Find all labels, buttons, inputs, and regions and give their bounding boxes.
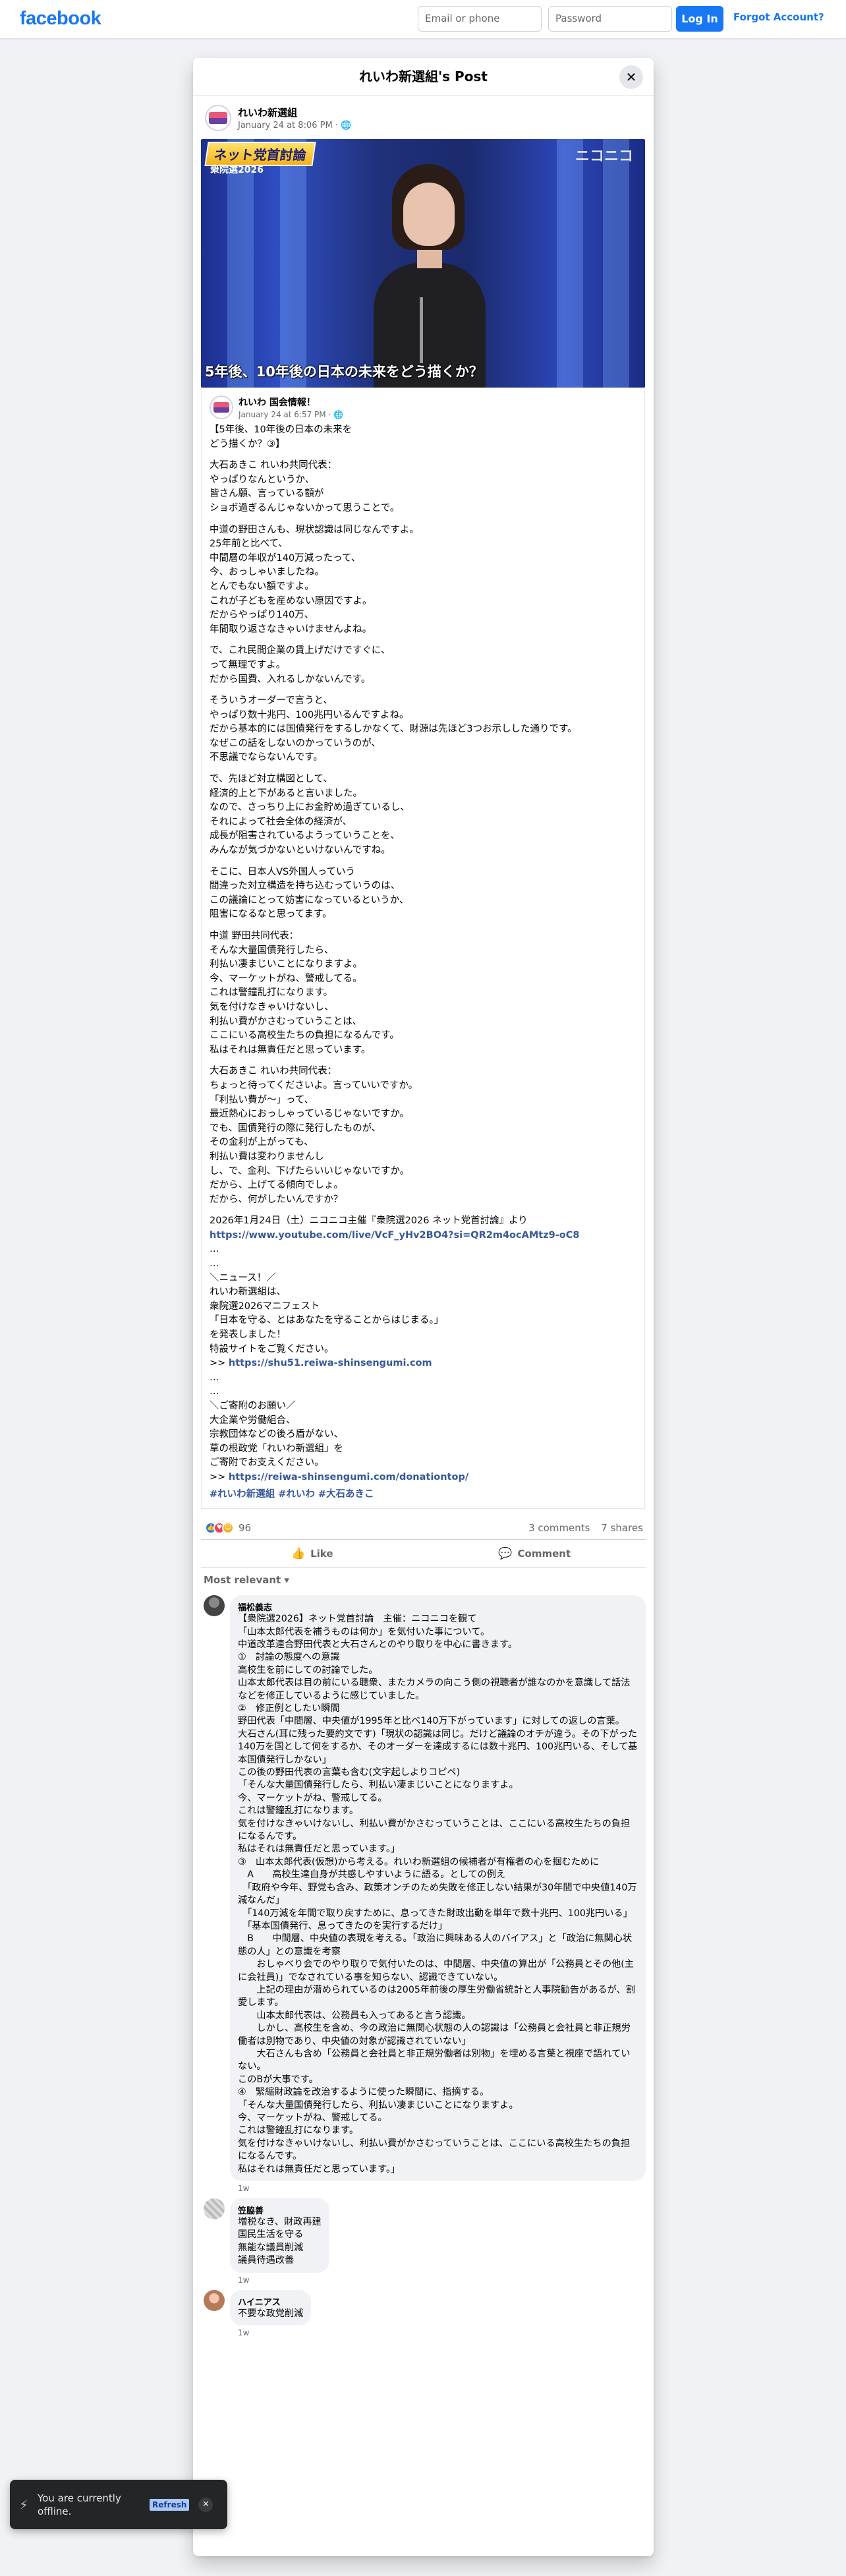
avatar[interactable] (204, 2289, 225, 2311)
password-input[interactable]: Password (548, 6, 672, 32)
engagement-stats: 3 comments 7 shares (521, 1522, 643, 1534)
post-author-row: れいわ新選組 January 24 at 8:06 PM · 🌐 (201, 96, 646, 136)
video-caption: 5年後、10年後の日本の未来をどう描くか？ (205, 364, 483, 380)
post-timestamp[interactable]: January 24 at 8:06 PM · 🌐 (238, 121, 351, 131)
video-player[interactable]: ネット党首討論 衆院選2026 ニコニコ 5年後、10年後の日本の未来をどう描く… (201, 139, 645, 388)
post: れいわ新選組 January 24 at 8:06 PM · 🌐 ネット党首討論… (193, 96, 654, 2337)
facebook-logo[interactable]: facebook (20, 8, 101, 30)
news-block: ＼ニュース！／ れいわ新選組は、 衆院選2026マニフェスト 「日本を守る、とは… (210, 1272, 444, 1355)
timestamp-text[interactable]: January 24 at 6:57 PM · (239, 410, 333, 419)
donation-link-row: >> https://reiwa-shinsengumi.com/donatio… (210, 1471, 638, 1485)
login-button[interactable]: Log In (676, 6, 723, 32)
news-link-row: >> https://shu51.reiwa-shinsengumi.com (210, 1357, 638, 1371)
comment-item: 福松義志 【衆院選2026】ネット党首討論 主催：ニコニコを観て 「山本太郎代表… (201, 1595, 646, 2182)
comment-time[interactable]: 1w (238, 2184, 646, 2193)
post-paragraph: で、これ民間企業の賃上げだけですぐに、 って無理ですよ。 だから国費、入れるしか… (210, 645, 391, 685)
modal-header: れいわ新選組's Post ✕ (193, 58, 654, 96)
comment-sort-dropdown[interactable]: Most relevant ▾ (201, 1567, 646, 1590)
shared-author-row: れいわ 国会情報！ January 24 at 6:57 PM · 🌐 (210, 388, 638, 423)
post-paragraph: そういうオーダーで言うと、 やっぱり数十兆円、100兆円いるんですよね。 だから… (210, 695, 577, 763)
comment-text: 不要な政党削減 (238, 2308, 304, 2319)
thumbs-up-icon: 👍 (291, 1546, 306, 1560)
post-modal: れいわ新選組's Post ✕ れいわ新選組 January 24 at 8:0… (193, 58, 654, 2556)
donation-link[interactable]: https://reiwa-shinsengumi.com/donationto… (229, 1472, 468, 1482)
avatar[interactable] (205, 105, 231, 131)
top-navigation-bar: facebook Email or phone Password Log In … (0, 0, 846, 38)
offline-message: You are currently offline. (38, 2492, 121, 2517)
comment-list: 福松義志 【衆院選2026】ネット党首討論 主催：ニコニコを観て 「山本太郎代表… (201, 1595, 646, 2337)
post-paragraph: で、先ほど対立構図として、 経済的上と下があると言いました。 なので、さっちり上… (210, 774, 410, 856)
commenter-name[interactable]: 笠脇善 (238, 2204, 322, 2216)
timestamp-text[interactable]: January 24 at 8:06 PM · (238, 121, 341, 131)
comment-item: 笠脇善 増税なき、財政再建 国民生活を守る 無能な議員削減 議員待遇改善 (201, 2198, 646, 2273)
video-banner-sub: 衆院選2026 (210, 165, 264, 175)
hashtags[interactable]: #れいわ新選組 #れいわ #大石あきこ (210, 1488, 638, 1502)
comment-label: Comment (517, 1547, 571, 1560)
commenter-name[interactable]: ハイニアス (238, 2295, 303, 2308)
divider-dots: … … (210, 1372, 219, 1397)
link-prefix: >> (210, 1358, 229, 1369)
comments-count[interactable]: 3 comments (528, 1522, 590, 1534)
comment-time[interactable]: 1w (238, 2328, 646, 2337)
action-bar: 👍 Like 💬 Comment (201, 1540, 646, 1568)
post-author-name[interactable]: れいわ新選組 (238, 105, 351, 119)
reaction-summary[interactable]: 👍 ♥ ☺ 96 (205, 1522, 251, 1535)
post-paragraph: 中道の野田さんも、現状認識は同じなんですよ。 25年前と比べて、 中間層の年収が… (210, 524, 419, 635)
speaker-image (374, 164, 486, 388)
comment-button[interactable]: 💬 Comment (424, 1540, 646, 1567)
refresh-button[interactable]: Refresh (150, 2498, 190, 2511)
offline-toast: ⚡ You are currently offline. Refresh ✕ (10, 2480, 227, 2529)
avatar[interactable] (204, 1595, 225, 1617)
shared-author-name[interactable]: れいわ 国会情報！ (239, 395, 343, 409)
modal-title: れいわ新選組's Post (359, 69, 488, 84)
comment-text: 増税なき、財政再建 国民生活を守る 無能な議員削減 議員待遇改善 (238, 2217, 322, 2266)
like-button[interactable]: 👍 Like (201, 1540, 424, 1567)
comment-item: ハイニアス 不要な政党削減 (201, 2289, 646, 2326)
shared-post: れいわ 国会情報！ January 24 at 6:57 PM · 🌐 【5年後… (201, 388, 645, 1509)
post-paragraph: 大石あきこ れいわ共同代表： ちょっと待ってくださいよ。言っていいですか。 「利… (210, 1066, 418, 1205)
commenter-name[interactable]: 福松義志 (238, 1600, 638, 1613)
close-icon[interactable]: ✕ (619, 65, 643, 89)
post-paragraph: そこに、日本人VS外国人っていう 間違った対立構造を持ち込むっていうのは、 この… (210, 866, 409, 920)
post-paragraph: 大石あきこ れいわ共同代表： やっぱりなんというか、 皆さん願、言っている額が … (210, 460, 400, 513)
comment-icon: 💬 (498, 1546, 513, 1560)
care-reaction-icon: ☺ (222, 1522, 234, 1535)
comment-bubble: 笠脇善 増税なき、財政再建 国民生活を守る 無能な議員削減 議員待遇改善 (230, 2198, 329, 2273)
close-icon[interactable]: ✕ (198, 2497, 213, 2512)
avatar[interactable] (204, 2198, 225, 2220)
comment-bubble: ハイニアス 不要な政党削減 (230, 2289, 312, 2326)
channel-logo: ニコニコ (575, 148, 633, 165)
comment-text: 【衆院選2026】ネット党首討論 主催：ニコニコを観て 「山本太郎代表を補うもの… (238, 1614, 638, 2175)
comment-time[interactable]: 1w (238, 2275, 646, 2285)
youtube-link[interactable]: https://www.youtube.com/live/VcF_yHv2BO4… (210, 1229, 638, 1243)
sort-label: Most relevant (204, 1574, 281, 1587)
divider-dots: … … (210, 1244, 219, 1270)
microphone-image (420, 297, 423, 363)
manifesto-link[interactable]: https://shu51.reiwa-shinsengumi.com (229, 1358, 432, 1368)
source-line: 2026年1月24日（土）ニコニコ主催『衆院選2026 ネット党首討論』より (210, 1215, 528, 1227)
donation-block: ＼ご寄附のお願い／ 大企業や労働組合、 宗教団体などの後ろ盾がない、 草の根政党… (210, 1401, 343, 1469)
email-input[interactable]: Email or phone (418, 6, 542, 32)
post-paragraph: 【5年後、10年後の日本の未来を どう描くか？③】 (210, 424, 352, 450)
comment-bubble: 福松義志 【衆院選2026】ネット党首討論 主催：ニコニコを観て 「山本太郎代表… (230, 1595, 646, 2182)
reaction-count[interactable]: 96 (239, 1522, 251, 1534)
post-paragraph: 中道 野田共同代表： そんな大量国債発行したら、 利払い凄まじいことになりますよ… (210, 931, 399, 1055)
forgot-account-link[interactable]: Forgot Account? (733, 11, 824, 23)
globe-icon: 🌐 (341, 121, 352, 131)
shared-timestamp[interactable]: January 24 at 6:57 PM · 🌐 (239, 410, 343, 419)
avatar[interactable] (210, 395, 233, 419)
shares-count[interactable]: 7 shares (601, 1522, 643, 1534)
like-label: Like (310, 1547, 333, 1560)
link-prefix: >> (210, 1471, 229, 1482)
post-body: 【5年後、10年後の日本の未来を どう描くか？③】 大石あきこ れいわ共同代表：… (210, 423, 638, 1502)
caret-down-icon: ▾ (284, 1574, 289, 1587)
reactions-bar: 👍 ♥ ☺ 96 3 comments 7 shares (201, 1515, 646, 1540)
globe-icon: 🌐 (333, 410, 344, 419)
offline-icon: ⚡ (19, 2496, 29, 2513)
